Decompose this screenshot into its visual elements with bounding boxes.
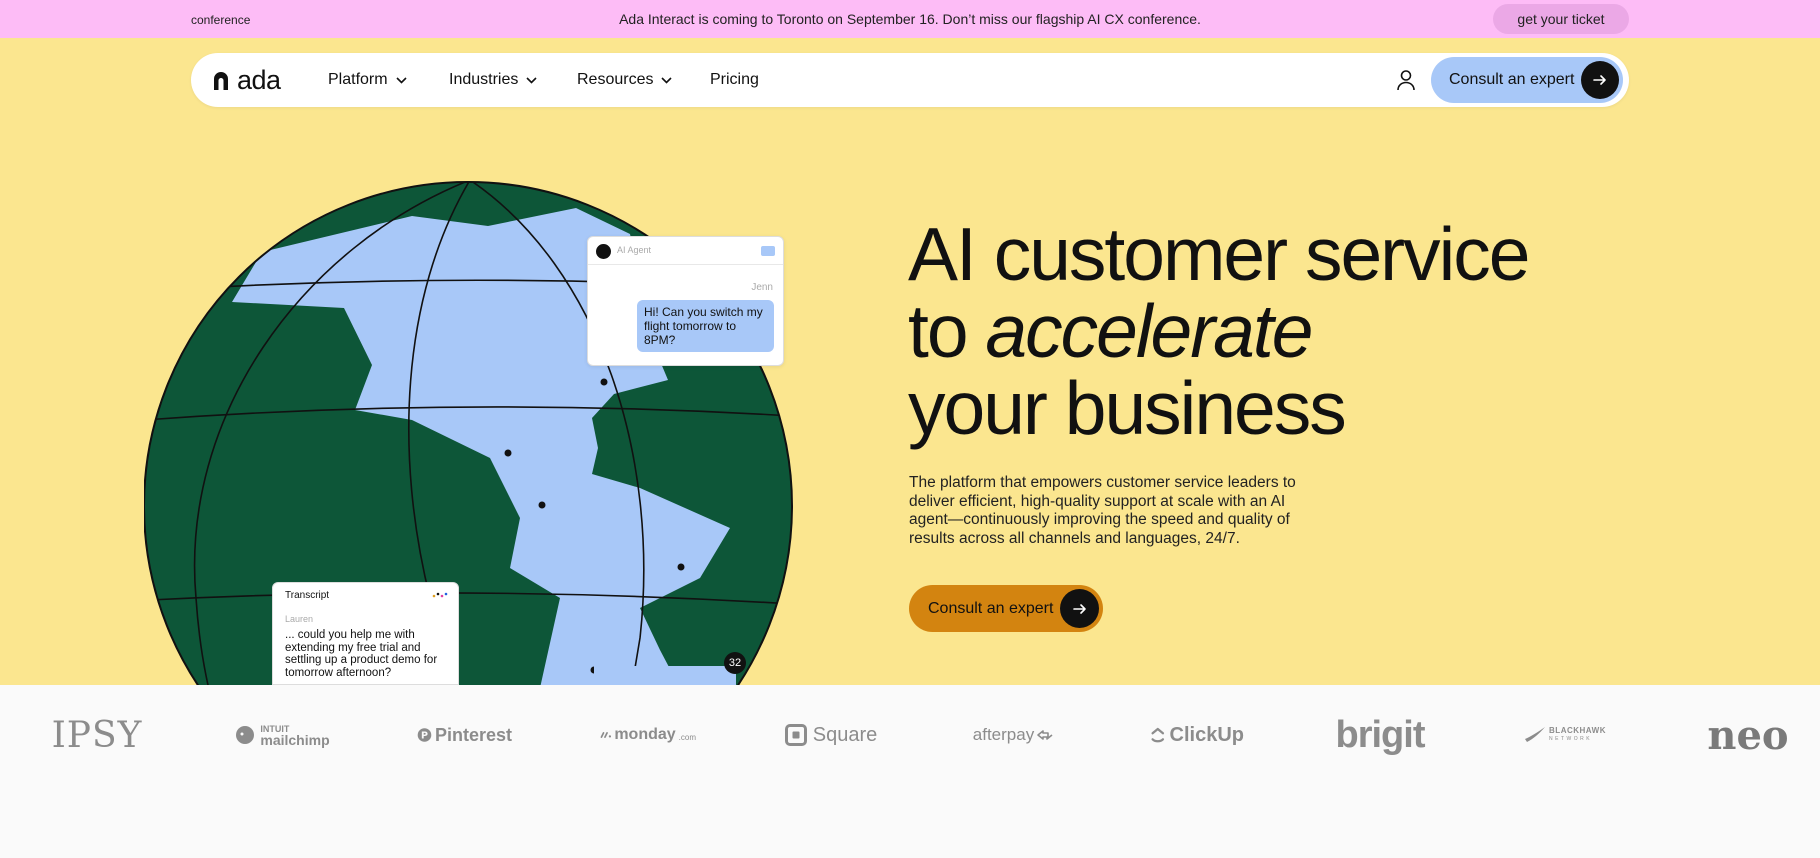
monday-icon	[600, 732, 612, 738]
logo-brigit: brigit	[1335, 713, 1426, 756]
ai-agent-name: AI Agent	[617, 245, 652, 255]
announcement-bar: conference Ada Interact is coming to Tor…	[0, 0, 1820, 38]
get-ticket-button[interactable]: get your ticket	[1493, 4, 1629, 34]
nav-consult-expert-button[interactable]: Consult an expert	[1431, 57, 1623, 103]
hero-subcopy: The platform that empowers customer serv…	[909, 474, 1296, 547]
customer-logos-strip: IPSY INTUIT mailchimp P Pinterest monday…	[0, 685, 1820, 858]
logo-clickup: ClickUp	[1150, 713, 1244, 757]
logo-monday: monday .com	[600, 713, 696, 757]
svg-text:P: P	[421, 730, 428, 741]
headline-emphasis: accelerate	[985, 289, 1313, 373]
headline-line-1: AI customer service	[908, 212, 1531, 296]
ada-logo-text: ada	[237, 65, 281, 95]
pinterest-icon: P	[417, 728, 432, 742]
minimize-icon	[761, 246, 775, 256]
hero-headline: AI customer service to accelerate your b…	[908, 212, 1531, 450]
nav-item-pricing[interactable]: Pricing	[710, 53, 759, 107]
logo-afterpay: afterpay	[966, 713, 1061, 757]
chevron-down-icon	[526, 76, 537, 84]
transcript-card: Transcript Lauren ... could you help me …	[272, 582, 459, 685]
hero-cta-label: Consult an expert	[928, 600, 1054, 617]
ai-agent-avatar-icon	[596, 244, 611, 259]
ada-logo[interactable]: ada	[211, 66, 281, 94]
logo-mailchimp: INTUIT mailchimp	[234, 713, 330, 757]
headline-line-2-prefix: to	[908, 289, 986, 373]
nav-item-industries[interactable]: Industries	[449, 53, 537, 107]
ada-logo-icon	[214, 72, 228, 90]
notification-badge: 32	[724, 652, 746, 674]
chevron-down-icon	[396, 76, 407, 84]
user-account-button[interactable]	[1385, 59, 1427, 101]
nav-cta-label: Consult an expert	[1449, 71, 1575, 88]
transcript-message: ... could you help me with extending my …	[285, 629, 438, 679]
transcript-title: Transcript	[285, 590, 330, 601]
globe-illustration	[144, 181, 793, 685]
nav-item-label: Industries	[449, 71, 519, 88]
blackhawk-icon	[1525, 727, 1546, 742]
user-icon	[1397, 70, 1415, 91]
chevron-down-icon	[661, 76, 673, 84]
mailchimp-icon	[236, 726, 255, 744]
logo-square: Square	[784, 713, 878, 757]
chat-card-header: AI Agent	[588, 237, 783, 265]
transcript-sender: Lauren	[285, 614, 314, 624]
nav-item-label: Resources	[577, 71, 654, 88]
square-icon	[784, 724, 807, 746]
arrow-right-icon	[1060, 589, 1099, 628]
headline-line-3: your business	[908, 366, 1347, 450]
nav-item-resources[interactable]: Resources	[577, 53, 673, 107]
chat-message-bubble: Hi! Can you switch my flight tomorrow to…	[637, 300, 774, 352]
clickup-icon	[1151, 727, 1165, 743]
nav-item-label: Pricing	[710, 71, 759, 88]
headline-line-2: to accelerate	[908, 293, 1529, 370]
arrow-right-icon	[1581, 61, 1619, 99]
logo-blackhawk: BLACKHAWK NETWORK	[1518, 713, 1612, 757]
afterpay-icon	[1037, 730, 1053, 740]
ai-agent-chat-card: AI Agent Jenn Hi! Can you switch my flig…	[587, 236, 784, 366]
logo-neo: neo	[1707, 711, 1789, 759]
logo-pinterest: P Pinterest	[417, 713, 512, 757]
main-navigation: ada Platform Industries Resources Pricin…	[191, 53, 1629, 107]
colorful-dots-icon	[432, 592, 448, 598]
logo-ipsy: IPSY	[51, 714, 143, 756]
hero-consult-expert-button[interactable]: Consult an expert	[909, 585, 1103, 632]
nav-item-label: Platform	[328, 71, 388, 88]
chat-sender: Jenn	[751, 282, 773, 293]
nav-item-platform[interactable]: Platform	[328, 53, 407, 107]
